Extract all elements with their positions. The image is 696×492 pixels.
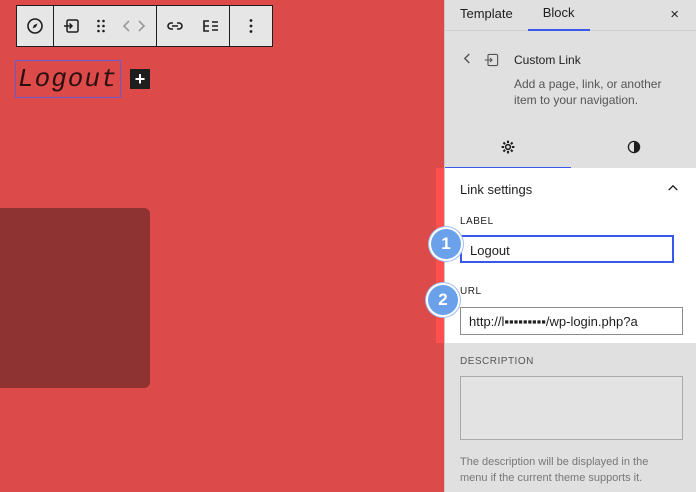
move-buttons[interactable] xyxy=(112,6,156,46)
toolbar-group-link xyxy=(156,5,230,47)
compass-icon xyxy=(27,18,43,34)
submenu-icon xyxy=(203,20,218,32)
move-arrows-icon xyxy=(122,20,146,32)
block-card-description: Add a page, link, or another item to you… xyxy=(514,77,662,107)
link-settings-panel: Link settings LABEL Logout URL http://l▪… xyxy=(445,168,696,343)
link-icon xyxy=(167,22,183,30)
tab-block[interactable]: Block xyxy=(527,0,590,31)
canvas-block-placeholder xyxy=(0,208,150,388)
navigation-link-block[interactable]: Logout xyxy=(15,60,121,98)
block-card-title: Custom Link xyxy=(514,53,581,67)
editor-canvas: Logout + xyxy=(0,0,444,492)
panel-title: Link settings xyxy=(460,182,533,197)
add-block-button[interactable]: + xyxy=(130,69,150,89)
drag-handle-button[interactable] xyxy=(90,6,112,46)
description-help-text: The description will be displayed in the… xyxy=(460,456,649,484)
label-field-label: LABEL xyxy=(460,216,494,227)
annotation-badge-2: 2 xyxy=(428,285,458,315)
label-input[interactable]: Logout xyxy=(460,235,674,263)
back-chevron-icon[interactable] xyxy=(463,52,472,68)
custom-link-icon xyxy=(484,53,499,67)
description-field-label: DESCRIPTION xyxy=(460,356,534,367)
inspector-tabs xyxy=(445,126,696,169)
annotation-badge-1: 1 xyxy=(431,229,461,259)
toolbar-group-options xyxy=(229,5,273,47)
add-submenu-button[interactable] xyxy=(193,6,229,46)
tab-template[interactable]: Template xyxy=(445,0,528,30)
block-toolbar xyxy=(16,5,273,47)
chevron-up-icon[interactable] xyxy=(667,180,679,195)
settings-sidebar: Template Block × Custom Link Add a page,… xyxy=(444,0,696,492)
more-options-icon xyxy=(249,19,253,33)
description-textarea[interactable] xyxy=(460,376,683,440)
options-button[interactable] xyxy=(230,6,272,46)
close-icon[interactable]: × xyxy=(670,6,679,23)
gear-icon xyxy=(501,140,515,154)
half-circle-icon xyxy=(627,140,641,154)
toolbar-group-parent xyxy=(16,5,54,47)
url-input[interactable]: http://l▪▪▪▪▪▪▪▪▪/wp-login.php?a xyxy=(460,307,683,335)
url-field-label: URL xyxy=(460,286,482,297)
toolbar-group-block xyxy=(53,5,157,47)
tab-styles[interactable] xyxy=(571,126,696,168)
drag-handle-icon xyxy=(97,19,105,33)
tab-settings[interactable] xyxy=(445,126,571,169)
link-button[interactable] xyxy=(157,6,193,46)
sidebar-tabs: Template Block × xyxy=(445,0,696,31)
custom-link-icon xyxy=(64,19,79,33)
block-type-button[interactable] xyxy=(54,6,90,46)
select-parent-button[interactable] xyxy=(17,6,53,46)
